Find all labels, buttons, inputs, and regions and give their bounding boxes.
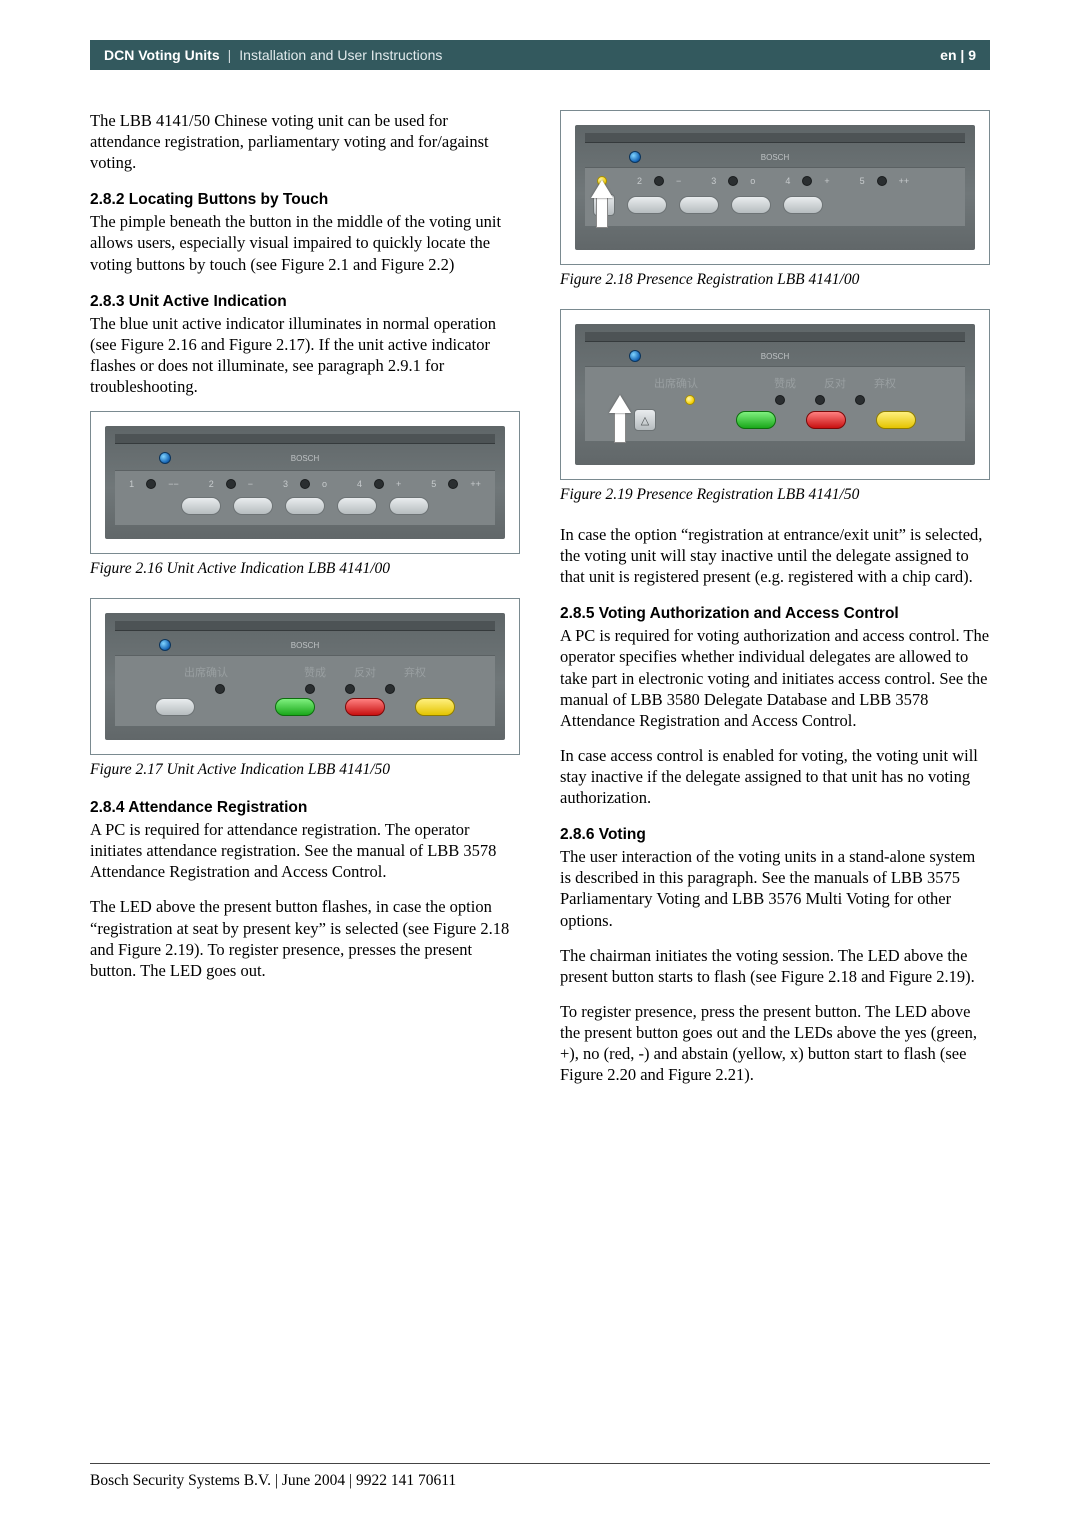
present-button[interactable]: △ bbox=[634, 409, 656, 431]
device-lbb4141-50-presence: BOSCH 出席确认 赞成 反对 弃权 bbox=[575, 324, 975, 465]
caption-2-16: Figure 2.16 Unit Active Indication LBB 4… bbox=[90, 560, 520, 578]
abstain-button[interactable] bbox=[415, 698, 455, 716]
paragraph-2-8-6b: The chairman initiates the voting sessio… bbox=[560, 945, 990, 987]
no-button[interactable] bbox=[345, 698, 385, 716]
header-title-strong: DCN Voting Units bbox=[104, 47, 220, 63]
abstain-button[interactable] bbox=[876, 411, 916, 429]
vote-button-3[interactable] bbox=[679, 196, 719, 214]
yes-led-icon bbox=[305, 684, 315, 694]
footer: Bosch Security Systems B.V. | June 2004 … bbox=[90, 1463, 990, 1490]
label-yes: 赞成 bbox=[304, 664, 326, 680]
device-lbb4141-50: BOSCH 出席确认 赞成 反对 弃权 bbox=[105, 613, 505, 740]
heading-2-8-4: 2.8.4 Attendance Registration bbox=[90, 799, 520, 817]
vote-button-5[interactable] bbox=[783, 196, 823, 214]
yes-button[interactable] bbox=[736, 411, 776, 429]
heading-2-8-2: 2.8.2 Locating Buttons by Touch bbox=[90, 191, 520, 209]
left-column: The LBB 4141/50 Chinese voting unit can … bbox=[90, 110, 520, 1099]
abstain-led-icon bbox=[855, 395, 865, 405]
button-row bbox=[121, 497, 489, 515]
vote-button-5[interactable] bbox=[389, 497, 429, 515]
paragraph-2-8-5a: A PC is required for voting authorizatio… bbox=[560, 625, 990, 731]
page: DCN Voting Units | Installation and User… bbox=[0, 0, 1080, 1129]
label-abstain: 弃权 bbox=[874, 375, 896, 391]
header-left: DCN Voting Units | Installation and User… bbox=[104, 47, 442, 63]
figure-2-19: BOSCH 出席确认 赞成 反对 弃权 bbox=[560, 309, 990, 480]
present-led-icon bbox=[215, 684, 225, 694]
caption-2-18: Figure 2.18 Presence Registration LBB 41… bbox=[560, 271, 990, 289]
paragraph-2-8-5b: In case access control is enabled for vo… bbox=[560, 745, 990, 808]
heading-2-8-6: 2.8.6 Voting bbox=[560, 826, 990, 844]
brand-label: BOSCH bbox=[291, 454, 319, 463]
figure-2-18: BOSCH 2− 3o 4+ 5++ bbox=[560, 110, 990, 265]
vote-button-2[interactable] bbox=[233, 497, 273, 515]
intro-paragraph: The LBB 4141/50 Chinese voting unit can … bbox=[90, 110, 520, 173]
vote-button-3[interactable] bbox=[285, 497, 325, 515]
device-lbb4141-00: BOSCH 1−− 2− 3o 4+ bbox=[105, 426, 505, 539]
caption-2-17: Figure 2.17 Unit Active Indication LBB 4… bbox=[90, 761, 520, 779]
no-led-icon bbox=[815, 395, 825, 405]
paragraph-2-8-4b: The LED above the present button flashes… bbox=[90, 896, 520, 980]
caption-2-19: Figure 2.19 Presence Registration LBB 41… bbox=[560, 486, 990, 504]
device-lbb4141-00-presence: BOSCH 2− 3o 4+ 5++ bbox=[575, 125, 975, 250]
led-row: 1−− 2− 3o 4+ 5++ bbox=[121, 479, 489, 489]
header-divider: | bbox=[228, 47, 232, 63]
header-bar: DCN Voting Units | Installation and User… bbox=[90, 40, 990, 70]
no-led-icon bbox=[345, 684, 355, 694]
header-title-light: Installation and User Instructions bbox=[239, 47, 442, 63]
paragraph-2-8-6a: The user interaction of the voting units… bbox=[560, 846, 990, 930]
paragraph-2-8-6c: To register presence, press the present … bbox=[560, 1001, 990, 1085]
abstain-led-icon bbox=[385, 684, 395, 694]
heading-2-8-3: 2.8.3 Unit Active Indication bbox=[90, 293, 520, 311]
columns: The LBB 4141/50 Chinese voting unit can … bbox=[90, 110, 990, 1099]
brand-label: BOSCH bbox=[291, 641, 319, 650]
label-present: 出席确认 bbox=[654, 375, 698, 391]
unit-active-led-icon bbox=[629, 151, 641, 163]
vote-button-1[interactable] bbox=[181, 497, 221, 515]
present-led-flash-icon bbox=[685, 395, 695, 405]
vote-button-4[interactable] bbox=[731, 196, 771, 214]
brand-label: BOSCH bbox=[761, 352, 789, 361]
vote-button-2[interactable] bbox=[627, 196, 667, 214]
unit-active-led-icon bbox=[629, 350, 641, 362]
paragraph-2-8-2: The pimple beneath the button in the mid… bbox=[90, 211, 520, 274]
right-column: BOSCH 2− 3o 4+ 5++ bbox=[560, 110, 990, 1099]
label-yes: 赞成 bbox=[774, 375, 796, 391]
yes-button[interactable] bbox=[275, 698, 315, 716]
paragraph-registration-option: In case the option “registration at entr… bbox=[560, 524, 990, 587]
cn-label-row: 出席确认 赞成 反对 弃权 bbox=[121, 664, 489, 680]
no-button[interactable] bbox=[806, 411, 846, 429]
figure-2-16: BOSCH 1−− 2− 3o 4+ bbox=[90, 411, 520, 554]
label-abstain: 弃权 bbox=[404, 664, 426, 680]
label-present: 出席确认 bbox=[184, 664, 228, 680]
header-page-label: en | 9 bbox=[940, 47, 976, 63]
vote-button-4[interactable] bbox=[337, 497, 377, 515]
label-no: 反对 bbox=[824, 375, 846, 391]
arrow-up-icon bbox=[591, 180, 613, 228]
unit-active-led-icon bbox=[159, 452, 171, 464]
brand-label: BOSCH bbox=[761, 153, 789, 162]
paragraph-2-8-4a: A PC is required for attendance registra… bbox=[90, 819, 520, 882]
paragraph-2-8-3: The blue unit active indicator illuminat… bbox=[90, 313, 520, 397]
yes-led-icon bbox=[775, 395, 785, 405]
heading-2-8-5: 2.8.5 Voting Authorization and Access Co… bbox=[560, 605, 990, 623]
label-no: 反对 bbox=[354, 664, 376, 680]
arrow-up-icon bbox=[609, 395, 631, 443]
unit-active-led-icon bbox=[159, 639, 171, 651]
present-button[interactable] bbox=[155, 698, 195, 716]
figure-2-17: BOSCH 出席确认 赞成 反对 弃权 bbox=[90, 598, 520, 755]
